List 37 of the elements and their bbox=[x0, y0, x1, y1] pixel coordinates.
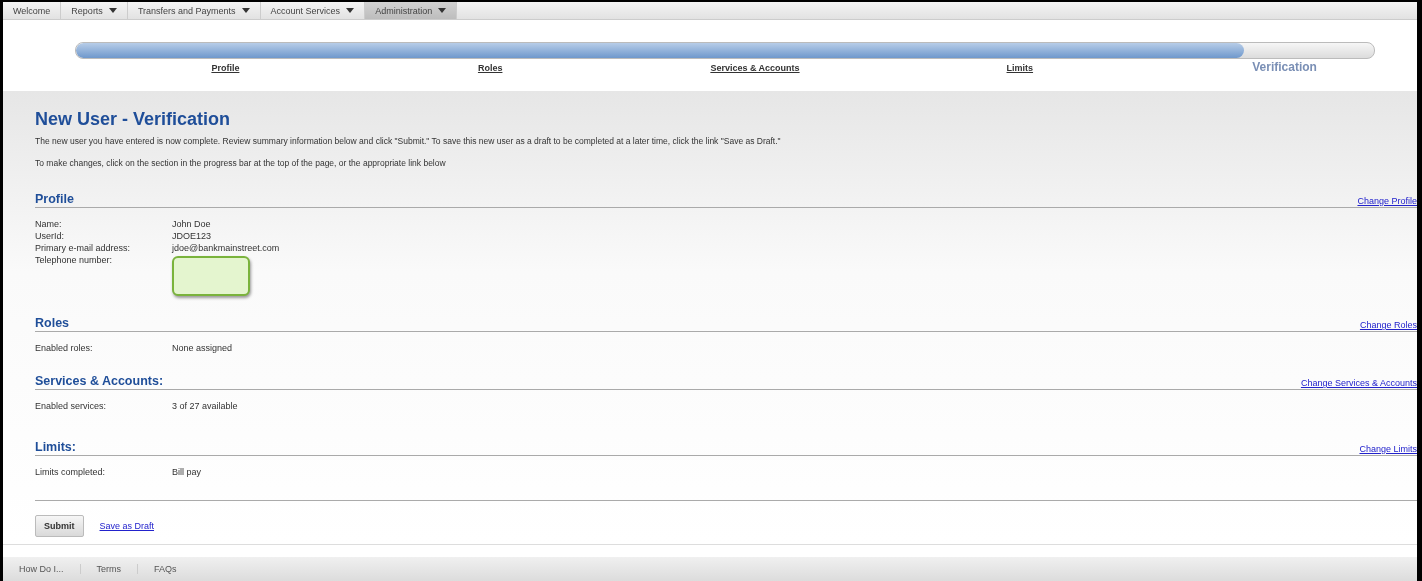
field-value: Bill pay bbox=[172, 466, 201, 478]
step-link[interactable]: Limits bbox=[887, 63, 1153, 74]
change-link[interactable]: Change Roles bbox=[1359, 320, 1417, 330]
instruction-text: The new user you have entered is now complete. Review summary information below and click "Submit." To save this new user as a draft to be completed at a later time, click the link "Save as Draft." bbox=[35, 136, 782, 146]
field-value: 3 of 27 available bbox=[172, 400, 238, 412]
section-heading: Limits: bbox=[35, 440, 76, 454]
step-link[interactable]: Roles bbox=[357, 63, 623, 74]
section-heading: Services & Accounts: bbox=[35, 374, 164, 388]
section-heading: Roles bbox=[35, 316, 70, 330]
step-link[interactable]: Services & Accounts bbox=[622, 63, 888, 74]
footer-link[interactable]: Terms bbox=[80, 564, 138, 574]
change-link[interactable]: Change Services & Accounts bbox=[1300, 378, 1417, 388]
section-heading: Profile bbox=[35, 192, 74, 206]
submit-button[interactable]: Submit bbox=[35, 515, 84, 537]
footer-link[interactable]: FAQs bbox=[138, 564, 193, 574]
field-label: Enabled services: bbox=[35, 400, 108, 412]
field-value: jdoe@bankmainstreet.com bbox=[172, 242, 280, 254]
change-link[interactable]: Change Limits bbox=[1359, 444, 1417, 454]
field-label: Enabled roles: bbox=[35, 342, 94, 354]
menu-tab[interactable]: Reports bbox=[61, 2, 128, 19]
footer-link[interactable]: How Do I... bbox=[3, 564, 81, 574]
step-link[interactable]: Profile bbox=[93, 63, 358, 74]
field-label: Primary e-mail address: bbox=[35, 242, 132, 254]
field-label: Limits completed: bbox=[35, 466, 107, 478]
field-label: Telephone number: bbox=[35, 254, 114, 266]
menu-tab[interactable]: Administration bbox=[365, 2, 458, 19]
field-value: John Doe bbox=[172, 218, 211, 230]
change-link[interactable]: Change Profile bbox=[1357, 196, 1417, 206]
save-draft-link[interactable]: Save as Draft bbox=[99, 521, 155, 531]
field-label: UserId: bbox=[35, 230, 65, 242]
field-label: Name: bbox=[35, 218, 63, 230]
field-value: None assigned bbox=[172, 342, 233, 354]
menu-tab[interactable]: Welcome bbox=[3, 2, 62, 19]
page-title: New User - Verification bbox=[35, 109, 232, 130]
field-value: JDOE123 bbox=[172, 230, 212, 242]
menu-tab[interactable]: Transfers and Payments bbox=[127, 2, 261, 19]
instruction-text: To make changes, click on the section in the progress bar at the top of the page, or the appropriate link below bbox=[35, 158, 447, 168]
